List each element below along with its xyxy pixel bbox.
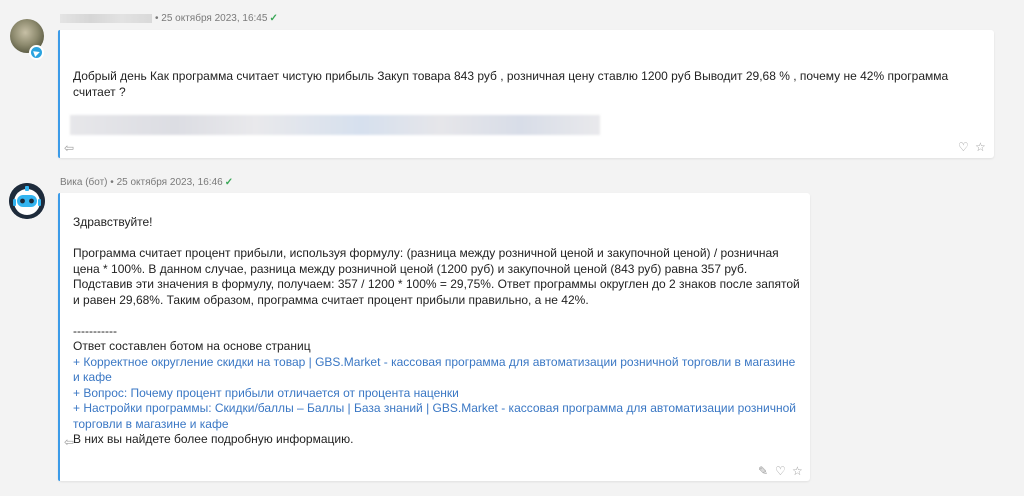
message-body: Здравствуйте! Программа считает процент … [73,215,803,448]
timestamp: 25 октября 2023, 16:46 [116,177,223,188]
like-icon[interactable]: ♡ [958,141,969,153]
source-link-1[interactable]: + Корректное округление скидки на товар … [73,355,803,371]
message-meta: Вика (бот) • 25 октября 2023, 16:46 ✓ [60,177,234,188]
sources-intro: Ответ составлен ботом на основе страниц [73,339,311,353]
source-link-1-cont[interactable]: и кафе [73,370,803,386]
blurred-content [70,115,600,135]
like-icon[interactable]: ♡ [775,465,786,477]
separator: ----------- [73,323,117,338]
reply-icon[interactable]: ⇦ [64,436,74,448]
source-link-2[interactable]: + Вопрос: Почему процент прибыли отличае… [73,386,803,402]
sender-name-blurred [60,13,152,23]
paragraph-line: Программа считает процент прибыли, испол… [73,246,779,260]
pin-icon[interactable]: ✎ [758,465,768,477]
star-icon[interactable]: ☆ [792,465,803,477]
source-link-3[interactable]: + Настройки программы: Скидки/баллы – Ба… [73,401,803,417]
message-meta: • 25 октября 2023, 16:45 ✓ [60,13,278,24]
check-icon: ✓ [269,13,278,24]
source-link-3-cont[interactable]: торговли в магазине и кафе [73,417,803,433]
message-text: Добрый день Как программа считает чистую… [73,69,949,99]
closing: В них вы найдете более подробную информа… [73,432,354,446]
paragraph-line: Подставив эти значения в формулу, получа… [73,277,800,291]
check-icon: ✓ [224,177,234,188]
paragraph-line: цена * 100%. В данном случае, разница ме… [73,261,748,276]
message-card: Добрый день Как программа считает чистую… [58,30,994,158]
greeting: Здравствуйте! [73,215,153,229]
bot-avatar[interactable] [9,183,45,219]
timestamp: 25 октября 2023, 16:45 [161,13,268,24]
paragraph-line: и равен 29,68%. Таким образом, программа… [73,292,589,307]
sender-name: Вика (бот) [60,177,108,188]
star-icon[interactable]: ☆ [975,141,986,153]
reply-icon[interactable]: ⇦ [64,142,74,154]
telegram-icon [29,45,44,60]
message-card: Здравствуйте! Программа считает процент … [58,193,810,481]
